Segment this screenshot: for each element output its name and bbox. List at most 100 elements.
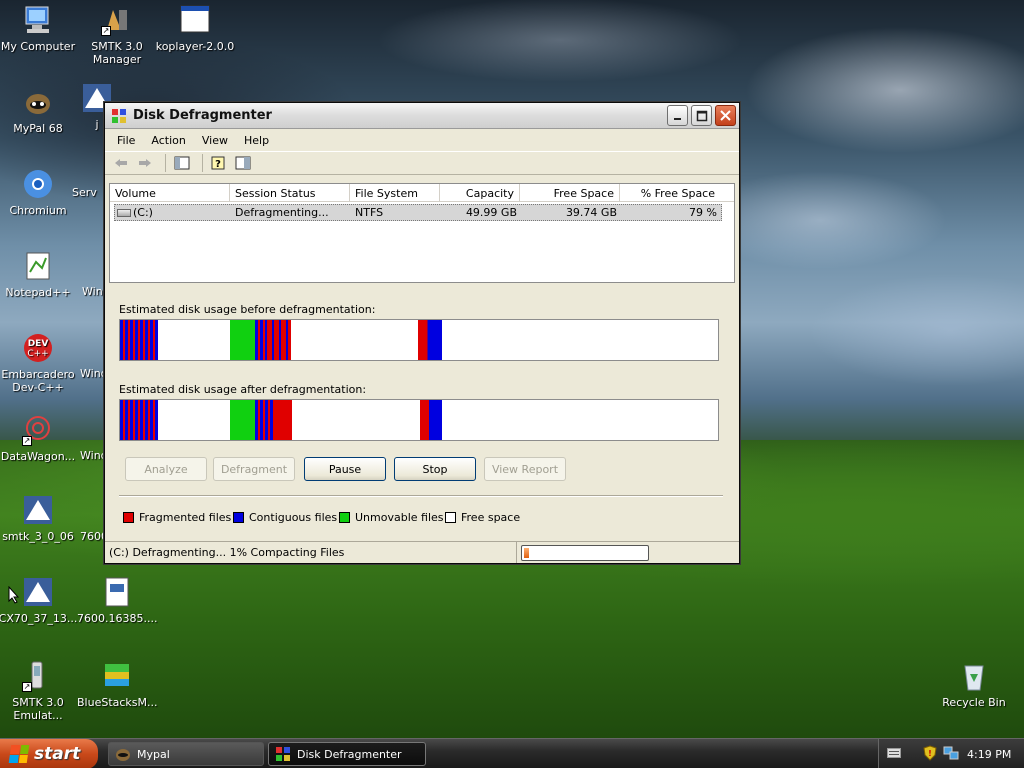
after-segment-fragmented xyxy=(274,400,292,440)
column-file-system[interactable]: File System xyxy=(350,184,440,201)
free-space-swatch xyxy=(445,512,456,523)
pause-button[interactable]: Pause xyxy=(304,457,386,481)
desktop-icon-notepadpp[interactable]: Notepad++ xyxy=(0,250,78,299)
desktop-icon-mypal[interactable]: MyPal 68 xyxy=(0,86,78,135)
clock[interactable]: 4:19 PM xyxy=(967,748,1011,761)
document-icon xyxy=(101,576,133,608)
desktop-icon-my-computer[interactable]: My Computer xyxy=(0,4,78,53)
column-free-space[interactable]: Free Space xyxy=(520,184,620,201)
task-mypal[interactable]: Mypal xyxy=(108,742,264,766)
desktop-icon-bluestacks[interactable]: BlueStacksM... xyxy=(77,660,158,709)
desktop-icon-smtk-3-0-06[interactable]: smtk_3_0_06 xyxy=(0,494,78,543)
title-bar[interactable]: Disk Defragmenter xyxy=(105,103,739,129)
analyze-button[interactable]: Analyze xyxy=(125,457,207,481)
bluestacks-icon xyxy=(101,660,133,692)
column-session-status[interactable]: Session Status xyxy=(230,184,350,201)
file-system-cell: NTFS xyxy=(355,206,384,219)
desktop-icon-recycle-bin[interactable]: Recycle Bin xyxy=(934,660,1014,709)
notepadpp-icon xyxy=(22,250,54,282)
volume-list: Volume Session Status File System Capaci… xyxy=(109,183,735,283)
after-disk-map xyxy=(119,399,719,441)
smtk-app-icon xyxy=(22,494,54,526)
volume-cell: (C:) xyxy=(115,206,231,219)
column-capacity[interactable]: Capacity xyxy=(440,184,520,201)
mypal-raccoon-icon xyxy=(116,749,130,761)
after-segment-mixed-3 xyxy=(420,400,442,440)
system-tray: ! 4:19 PM xyxy=(878,739,1024,768)
desktop-icon-chromium[interactable]: Chromium xyxy=(0,168,78,217)
status-cell: Defragmenting... xyxy=(235,206,329,219)
start-button[interactable]: start xyxy=(0,739,98,768)
view-report-button[interactable]: View Report xyxy=(484,457,566,481)
keyboard-icon[interactable] xyxy=(887,748,901,760)
menu-action[interactable]: Action xyxy=(143,134,193,147)
desktop-icon-7600-16385[interactable]: 7600.16385.... xyxy=(77,576,157,625)
smtk-emulator-icon: ↗ xyxy=(22,660,54,692)
toolbar-separator xyxy=(165,154,166,172)
properties-icon[interactable] xyxy=(233,154,253,172)
percent-free-cell: 79 % xyxy=(689,206,717,219)
column-percent-free-space[interactable]: % Free Space xyxy=(620,184,720,201)
toolbar: ? xyxy=(105,151,739,175)
recycle-bin-icon xyxy=(958,660,990,692)
after-segment-mixed-2 xyxy=(255,400,274,440)
status-bar: (C:) Defragmenting... 1% Compacting File… xyxy=(105,541,739,563)
task-disk-defragmenter[interactable]: Disk Defragmenter xyxy=(268,742,426,766)
show-hide-console-tree-icon[interactable] xyxy=(172,154,192,172)
security-shield-icon[interactable]: ! xyxy=(923,744,937,764)
toolbar-separator xyxy=(202,154,203,172)
after-segment-mixed-1 xyxy=(120,400,158,440)
desktop-icon-datawagon[interactable]: ↗ DataWagon... xyxy=(0,414,78,463)
legend-contiguous: Contiguous files xyxy=(233,511,337,524)
legend-unmovable: Unmovable files xyxy=(339,511,444,524)
menu-view[interactable]: View xyxy=(194,134,236,147)
svg-text:?: ? xyxy=(215,159,221,170)
shortcut-arrow-icon: ↗ xyxy=(22,436,32,446)
defrag-app-icon xyxy=(111,108,127,124)
menu-bar: File Action View Help xyxy=(105,129,739,151)
desktop-icon-devcpp[interactable]: DEV C++ Embarcadero Dev-C++ xyxy=(0,332,78,394)
drive-icon xyxy=(117,209,131,217)
taskbar: start Mypal Disk Defragmenter ! 4:19 PM xyxy=(0,738,1024,768)
defrag-app-icon xyxy=(276,747,290,761)
defragment-button[interactable]: Defragment xyxy=(213,457,295,481)
svg-text:DEV: DEV xyxy=(28,339,49,349)
window-app-icon xyxy=(179,4,211,36)
network-icon[interactable] xyxy=(943,746,959,763)
window-title: Disk Defragmenter xyxy=(133,108,272,123)
close-icon xyxy=(720,110,731,121)
smtk-app-icon xyxy=(22,576,54,608)
fragmented-swatch xyxy=(123,512,134,523)
stop-button[interactable]: Stop xyxy=(394,457,476,481)
disk-defragmenter-window[interactable]: Disk Defragmenter File Action View Help … xyxy=(104,102,740,564)
mypal-raccoon-icon xyxy=(22,86,54,118)
legend-divider xyxy=(119,495,723,497)
close-button[interactable] xyxy=(715,105,736,126)
svg-text:C++: C++ xyxy=(27,349,48,359)
unmovable-swatch xyxy=(339,512,350,523)
back-arrow-icon[interactable] xyxy=(111,154,131,172)
minimize-button[interactable] xyxy=(667,105,688,126)
help-icon[interactable]: ? xyxy=(209,154,229,172)
menu-file[interactable]: File xyxy=(109,134,143,147)
column-volume[interactable]: Volume xyxy=(110,184,230,201)
defrag-progress-bar xyxy=(521,544,649,561)
maximize-button[interactable] xyxy=(691,105,712,126)
before-label: Estimated disk usage before defragmentat… xyxy=(119,303,376,316)
before-segment-fragmented xyxy=(267,320,291,360)
menu-help[interactable]: Help xyxy=(236,134,277,147)
forward-arrow-icon[interactable] xyxy=(135,154,155,172)
before-disk-map xyxy=(119,319,719,361)
legend-fragmented: Fragmented files xyxy=(123,511,231,524)
desktop-icon-smtk-manager[interactable]: ↗ SMTK 3.0 Manager xyxy=(77,4,157,66)
table-row[interactable]: (C:) Defragmenting... NTFS 49.99 GB 39.7… xyxy=(114,204,722,221)
before-segment-mixed-1 xyxy=(120,320,158,360)
free-space-cell: 39.74 GB xyxy=(565,206,617,219)
defrag-progress-fill xyxy=(524,547,529,558)
shortcut-arrow-icon: ↗ xyxy=(22,682,32,692)
legend-free-space: Free space xyxy=(445,511,520,524)
mouse-cursor-icon xyxy=(8,586,20,604)
desktop-icon-koplayer[interactable]: koplayer-2.0.0 xyxy=(155,4,235,53)
desktop-icon-smtk-emulator[interactable]: ↗ SMTK 3.0 Emulat... xyxy=(0,660,78,722)
status-text: (C:) Defragmenting... 1% Compacting File… xyxy=(105,542,517,563)
